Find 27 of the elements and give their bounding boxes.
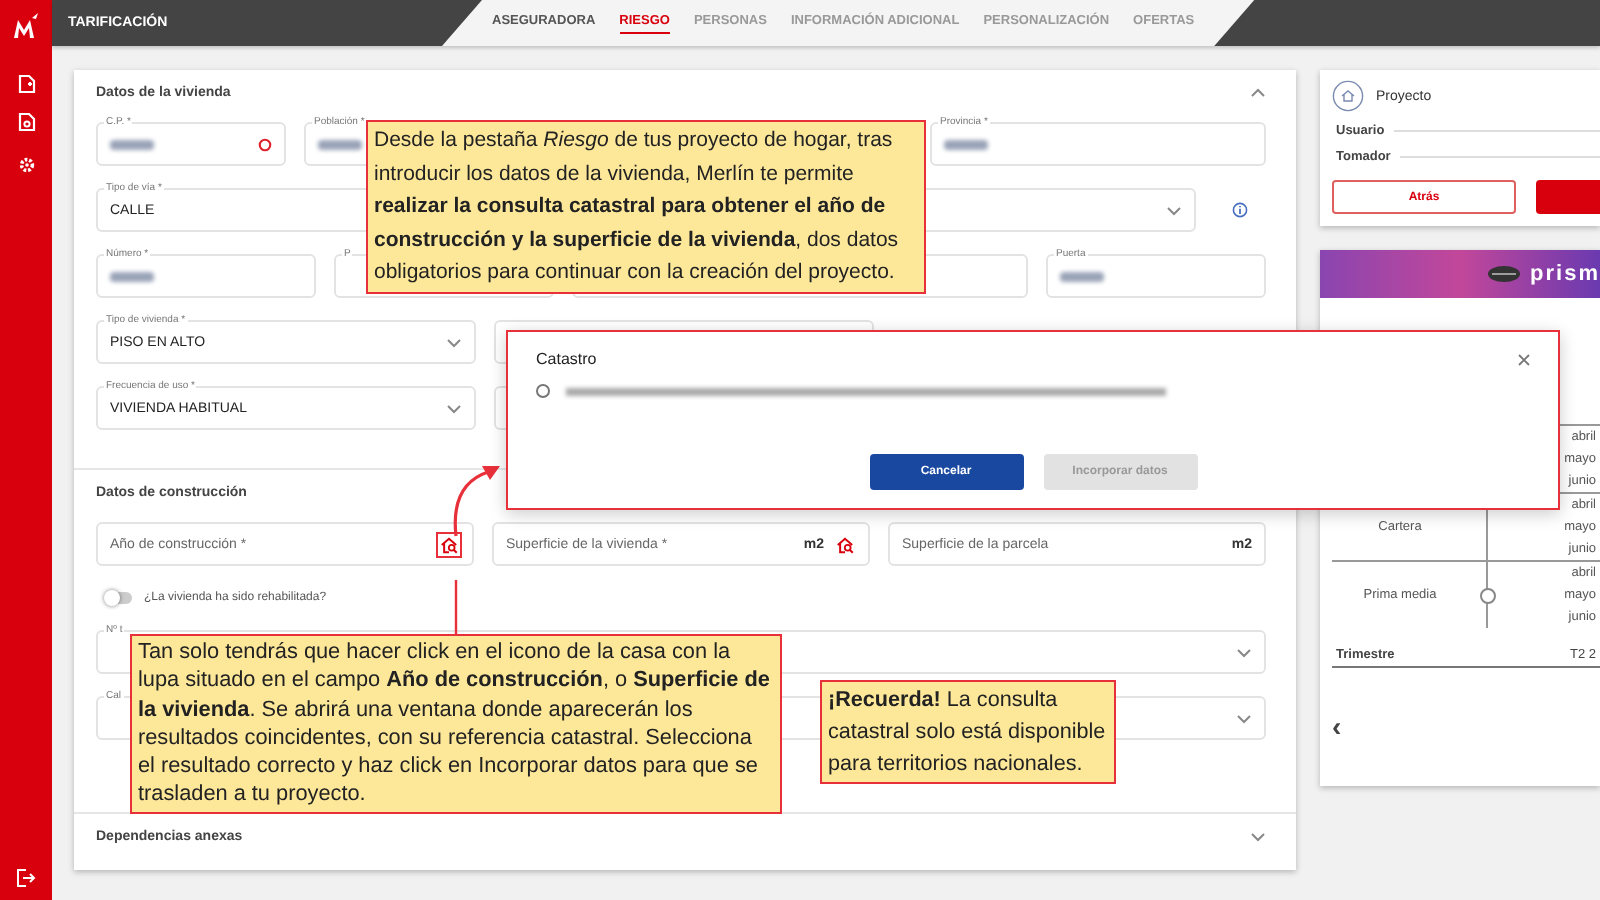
settings-icon[interactable] — [17, 156, 35, 174]
dialog-title: Catastro — [536, 350, 597, 368]
document-search-icon[interactable] — [17, 112, 35, 132]
leader-line — [454, 580, 458, 634]
house-search-icon[interactable] — [438, 533, 460, 555]
document-icon[interactable] — [17, 74, 35, 94]
info-icon[interactable] — [1232, 202, 1248, 218]
chevron-icon[interactable] — [1250, 831, 1266, 841]
brand-text: prism — [1530, 262, 1600, 286]
chevron-icon[interactable] — [1236, 713, 1252, 723]
annotation-tooltip: Desde la pestaña Riesgo de tus proyecto de hogar, tras introducir los datos de la vivienda, Merlín te permite realizar la consulta catastral para obtener el año de construcción y la superficie de la vivienda, dos datos obligatorios para continuar con la creación del proyecto. — [366, 120, 926, 294]
chevron-icon[interactable] — [1166, 205, 1182, 215]
annotation-tooltip: ¡Recuerda! La consulta catastral solo está disponible para territorios nacionales. — [820, 680, 1116, 784]
annotation-tooltip: Tan solo tendrás que hacer click en el icono de la casa con la lupa situado en el campo Año de construcción, o Superficie de la vivienda. Se abrirá una ventana donde aparecerán los resultados coincidentes, con su referencia catastral. Selecciona el resultado correcto y haz click en Incorporar datos para que se trasladen a tu proyecto. — [130, 634, 782, 814]
house-icon — [1332, 80, 1364, 112]
close-icon[interactable] — [1518, 353, 1530, 365]
annotation-arrow — [453, 466, 500, 537]
chevron-icon[interactable] — [446, 403, 462, 413]
chevron-icon[interactable] — [446, 337, 462, 347]
previous-button[interactable]: ‹ — [1332, 710, 1342, 742]
toggle-switch[interactable] — [106, 592, 132, 604]
house-search-icon[interactable] — [834, 533, 856, 555]
logout-icon[interactable] — [16, 868, 36, 888]
chevron-icon[interactable] — [1250, 87, 1266, 97]
chevron-icon[interactable] — [1236, 647, 1252, 657]
refresh-icon[interactable] — [258, 137, 272, 151]
radio-button[interactable] — [536, 384, 550, 398]
